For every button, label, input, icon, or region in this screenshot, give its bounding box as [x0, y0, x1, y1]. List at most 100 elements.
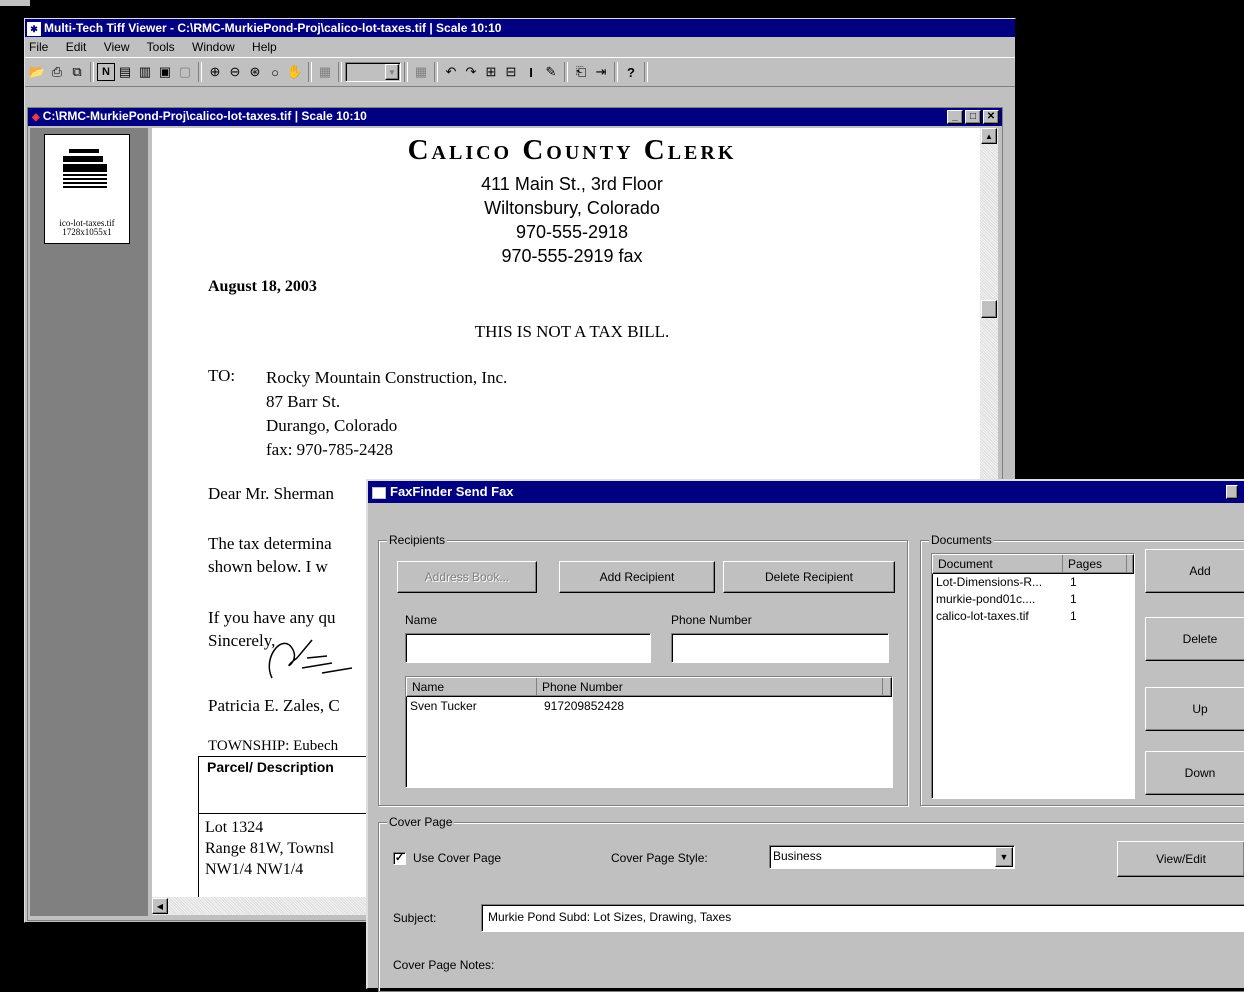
maximize-button[interactable]: □ [965, 110, 981, 124]
menu-view[interactable]: View [104, 40, 130, 54]
documents-label: Documents [929, 533, 994, 547]
document-row[interactable]: murkie-pond01c.... 1 [932, 591, 1134, 608]
document-row[interactable]: Lot-Dimensions-R... 1 [932, 574, 1134, 591]
document-name: Lot-Dimensions-R... [936, 575, 1043, 589]
menu-tools[interactable]: Tools [147, 40, 175, 54]
disabled-doc-icon[interactable]: ▦ [315, 62, 335, 82]
copy-icon[interactable]: ⧉ [67, 62, 87, 82]
document-list[interactable]: Document Pages Lot-Dimensions-R... 1 mur… [931, 553, 1135, 799]
chevron-down-icon[interactable]: ▼ [385, 64, 399, 80]
thumbnail-item[interactable]: ico-lot-taxes.tif 1728x1055x1 [44, 134, 130, 244]
toolbar: 📂 ⎙ ⧉ N ▤ ▥ ▣ ▢ ⊕ ⊖ ⊛ ○ ✋ ▦ ▼ ▦ ↶ ↷ ⊞ ⊟ … [25, 57, 1015, 87]
zoom-out-icon[interactable]: ⊖ [225, 62, 245, 82]
menu-window[interactable]: Window [192, 40, 235, 54]
page-view-icon[interactable]: ▤ [115, 62, 135, 82]
export-icon[interactable]: ⎗ [571, 62, 591, 82]
two-page-icon[interactable]: ▥ [135, 62, 155, 82]
cover-style-select[interactable]: Business ▼ [769, 845, 1015, 869]
thumbnail-size: 1728x1055x1 [62, 227, 112, 237]
exit-icon[interactable]: ⇥ [591, 62, 611, 82]
print-icon[interactable]: ⎙ [47, 62, 67, 82]
close-button[interactable]: ✕ [983, 110, 999, 124]
zoom-all-icon[interactable]: ⊛ [245, 62, 265, 82]
subject-label: Subject: [393, 911, 437, 925]
document-list-header: Document Pages [932, 554, 1134, 574]
add-document-button[interactable]: Add [1145, 549, 1244, 593]
document-row[interactable]: calico-lot-taxes.tif 1 [932, 608, 1134, 625]
zoom-custom-icon[interactable]: ○ [265, 62, 285, 82]
county-heading: Calico County Clerk [407, 134, 737, 166]
phone-field[interactable] [671, 633, 889, 663]
phone-label: Phone Number [671, 613, 752, 627]
scroll-left-icon[interactable]: ◀ [152, 898, 168, 914]
fit-width-icon[interactable]: ▢ [175, 62, 195, 82]
page-select[interactable]: ▼ [345, 62, 401, 82]
subject-field[interactable]: Murkie Pond Subd: Lot Sizes, Drawing, Ta… [481, 904, 1244, 932]
move-up-button[interactable]: Up [1145, 687, 1244, 731]
disabled-doc-icon[interactable]: ▦ [411, 62, 431, 82]
scroll-up-icon[interactable]: ▲ [981, 128, 997, 144]
lot-line: NW1/4 NW1/4 [205, 861, 304, 878]
document-pages: 1 [1070, 592, 1077, 606]
column-document-header[interactable]: Document [933, 555, 1063, 573]
address-book-button[interactable]: Address Book... [397, 561, 537, 593]
menu-edit[interactable]: Edit [66, 40, 87, 54]
app-icon[interactable]: ✱ [27, 21, 41, 36]
column-phone-header[interactable]: Phone Number [537, 678, 883, 696]
collapse-icon[interactable]: ⊟ [501, 62, 521, 82]
recipient-list-header: Name Phone Number [406, 677, 892, 697]
phone-line: 970-555-2918 [515, 222, 629, 242]
fax-title: FaxFinder Send Fax [390, 484, 514, 499]
name-field[interactable] [405, 633, 651, 663]
rotate-right-icon[interactable]: ↷ [461, 62, 481, 82]
main-title: Multi-Tech Tiff Viewer - C:\RMC-MurkiePo… [44, 21, 502, 35]
body-line: The tax determina [208, 534, 332, 553]
add-recipient-button[interactable]: Add Recipient [559, 561, 715, 593]
use-cover-label[interactable]: Use Cover Page [413, 851, 501, 865]
menu-help[interactable]: Help [252, 40, 277, 54]
expand-icon[interactable]: ⊞ [481, 62, 501, 82]
recipient-list[interactable]: Name Phone Number Sven Tucker 9172098524… [405, 676, 893, 788]
n-icon[interactable]: N [97, 63, 115, 81]
document-titlebar[interactable]: ◈ C:\RMC-MurkiePond-Proj\calico-lot-taxes… [28, 108, 1002, 126]
letter-date: August 18, 2003 [208, 278, 317, 295]
hand-icon[interactable]: ✋ [285, 62, 305, 82]
fax-dialog: FaxFinder Send Fax Recipients Address Bo… [366, 479, 1244, 992]
menu-bar: File Edit View Tools Window Help [25, 37, 1015, 57]
to-label: TO: [208, 366, 236, 385]
minimize-button[interactable]: _ [947, 110, 963, 124]
use-cover-checkbox[interactable]: ✓ [393, 852, 406, 865]
column-pages-header[interactable]: Pages [1063, 555, 1127, 573]
delete-recipient-button[interactable]: Delete Recipient [723, 561, 895, 593]
address-line: 87 Barr St. [266, 392, 341, 411]
fax-titlebar[interactable]: FaxFinder Send Fax [368, 481, 1244, 503]
main-titlebar[interactable]: ✱ Multi-Tech Tiff Viewer - C:\RMC-MurkieP… [25, 19, 1015, 37]
view-edit-button[interactable]: View/Edit [1117, 841, 1244, 877]
annotate-icon[interactable]: ✎ [541, 62, 561, 82]
recipients-group: Recipients Address Book... Add Recipient… [378, 533, 908, 806]
fax-line: 970-555-2919 fax [501, 246, 643, 266]
address-line: fax: 970-785-2428 [266, 440, 394, 459]
document-pages: 1 [1070, 575, 1077, 589]
recipient-row[interactable]: Sven Tucker 917209852428 [406, 697, 892, 715]
dialog-minimize-button[interactable] [1226, 485, 1238, 499]
column-name-header[interactable]: Name [407, 678, 537, 696]
text-cursor-icon[interactable]: I [521, 62, 541, 82]
fit-icon[interactable]: ▣ [155, 62, 175, 82]
document-name: calico-lot-taxes.tif [936, 609, 1029, 623]
zoom-in-icon[interactable]: ⊕ [205, 62, 225, 82]
lot-description: Lot 1324 Range 81W, Townsl NW1/4 NW1/4 [205, 817, 334, 880]
delete-document-button[interactable]: Delete [1145, 617, 1244, 661]
open-icon[interactable]: 📂 [27, 62, 47, 82]
body-line: shown below. I w [208, 557, 328, 576]
cover-notes-label: Cover Page Notes: [393, 958, 495, 972]
thumbnail-pane: ico-lot-taxes.tif 1728x1055x1 [30, 128, 148, 916]
cover-page-label: Cover Page [387, 815, 455, 829]
help-icon[interactable]: ? [621, 62, 641, 82]
rotate-left-icon[interactable]: ↶ [441, 62, 461, 82]
menu-file[interactable]: File [29, 40, 48, 54]
move-down-button[interactable]: Down [1145, 751, 1244, 795]
scroll-thumb[interactable] [981, 300, 997, 318]
chevron-down-icon[interactable]: ▼ [995, 847, 1013, 867]
lot-line: Lot 1324 [205, 819, 264, 836]
